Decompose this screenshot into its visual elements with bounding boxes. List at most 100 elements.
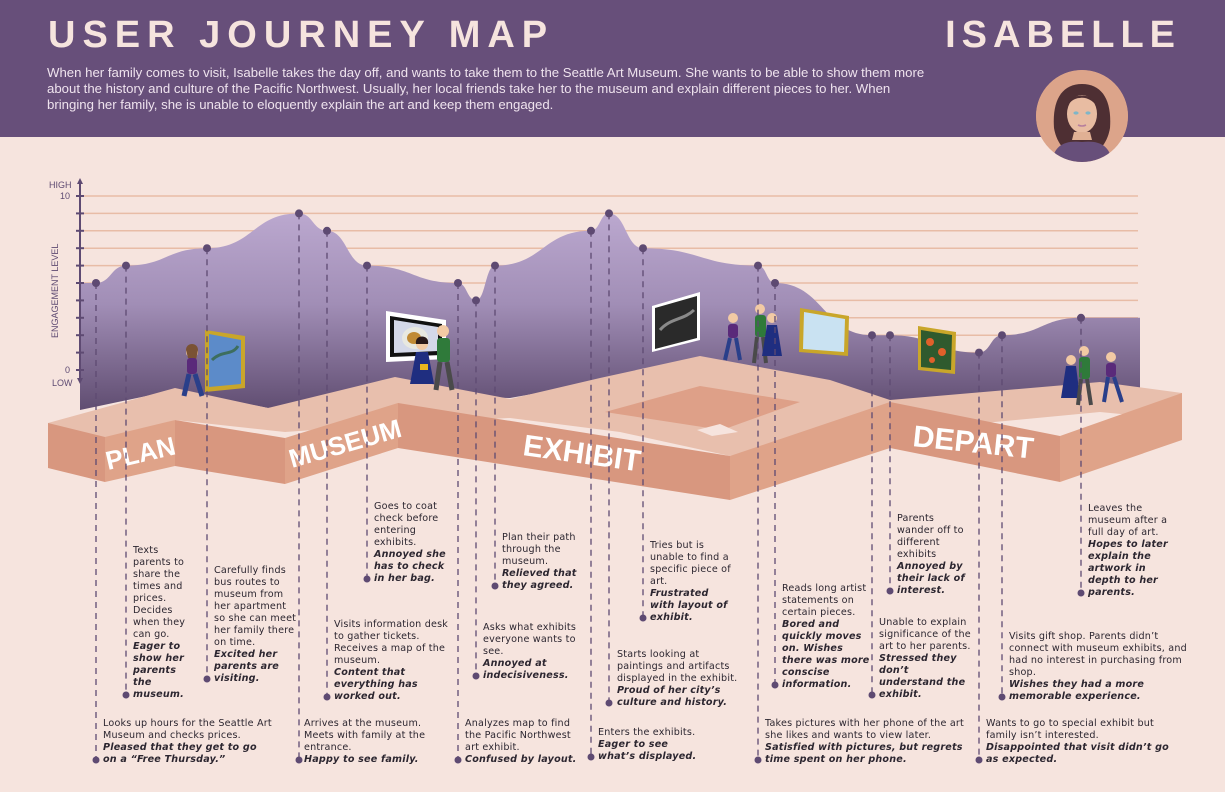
touchpoint-note: Arrives at the museum. Meets with family… xyxy=(304,718,444,766)
touchpoint-note: Analyzes map to find the Pacific Northwe… xyxy=(465,718,585,766)
touchpoint-note: Takes pictures with her phone of the art… xyxy=(765,718,975,766)
engagement-point[interactable] xyxy=(975,348,983,357)
touchpoint-action: Carefully finds bus routes to museum fro… xyxy=(214,565,297,648)
engagement-point[interactable] xyxy=(605,209,613,218)
touchpoint-action: Leaves the museum after a full day of ar… xyxy=(1088,503,1168,538)
touchpoint-note: Parents wander off to different exhibits… xyxy=(897,513,971,597)
touchpoint-note-dot xyxy=(203,675,211,683)
touchpoint-emotion: Stressed they don’t understand the exhib… xyxy=(879,653,966,700)
y-axis-title: ENGAGEMENT LEVEL xyxy=(50,244,60,338)
touchpoint-action: Parents wander off to different exhibits xyxy=(897,513,964,560)
touchpoint-emotion: Pleased that they get to go on a “Free T… xyxy=(103,742,257,765)
engagement-point[interactable] xyxy=(472,296,480,305)
touchpoint-emotion: Eager to see what’s displayed. xyxy=(598,739,697,762)
touchpoint-note: Reads long artist statements on certain … xyxy=(782,583,872,691)
touchpoint-emotion: Satisfied with pictures, but regrets tim… xyxy=(765,742,963,765)
touchpoint-note-dot xyxy=(454,756,462,764)
touchpoint-note: Leaves the museum after a full day of ar… xyxy=(1088,503,1172,599)
touchpoint-note: Asks what exhibits everyone wants to see… xyxy=(483,622,577,682)
touchpoint-note: Tries but is unable to find a specific p… xyxy=(650,540,734,624)
touchpoint-emotion: Wishes they had a more memorable experie… xyxy=(1009,679,1145,702)
touchpoint-action: Asks what exhibits everyone wants to see… xyxy=(483,622,577,657)
touchpoint-note: Starts looking at paintings and artifact… xyxy=(617,649,747,709)
engagement-point[interactable] xyxy=(639,244,647,253)
stage-label-depart: DEPART xyxy=(911,420,1035,465)
touchpoint-note: Plan their path through the museum. Relie… xyxy=(502,532,578,592)
engagement-point[interactable] xyxy=(92,279,100,287)
touchpoint-note: Unable to explain significance of the ar… xyxy=(879,617,975,701)
touchpoint-emotion: Happy to see family. xyxy=(304,754,419,765)
artwork-painting-plan xyxy=(205,330,245,392)
engagement-point[interactable] xyxy=(868,331,876,340)
touchpoint-note-dot xyxy=(363,575,371,583)
touchpoint-action: Visits gift shop. Parents didn’t connect… xyxy=(1009,631,1187,678)
engagement-point[interactable] xyxy=(998,331,1006,340)
touchpoint-note-dot xyxy=(472,672,480,680)
touchpoint-note-dot xyxy=(491,582,499,590)
y-axis-high-label: HIGH xyxy=(49,180,72,190)
touchpoint-action: Starts looking at paintings and artifact… xyxy=(617,649,738,684)
touchpoint-note: Goes to coat check before entering exhib… xyxy=(374,501,446,585)
touchpoint-note: Visits gift shop. Parents didn’t connect… xyxy=(1009,631,1195,703)
touchpoint-emotion: Annoyed she has to check in her bag. xyxy=(374,549,446,584)
touchpoint-note-dot xyxy=(323,693,331,701)
touchpoint-emotion: Annoyed at indecisiveness. xyxy=(483,658,569,681)
touchpoint-emotion: Frustrated with layout of exhibit. xyxy=(650,588,728,623)
engagement-point[interactable] xyxy=(363,261,371,270)
touchpoint-note-dot xyxy=(754,756,762,764)
touchpoint-note: Looks up hours for the Seattle Art Museu… xyxy=(103,718,273,766)
touchpoint-action: Arrives at the museum. Meets with family… xyxy=(304,718,426,753)
touchpoint-note-dot xyxy=(1077,589,1085,597)
touchpoint-note-dot xyxy=(605,699,613,707)
touchpoint-action: Looks up hours for the Seattle Art Museu… xyxy=(103,718,272,741)
touchpoint-emotion: Annoyed by their lack of interest. xyxy=(897,561,965,596)
touchpoint-emotion: Content that everything has worked out. xyxy=(334,667,418,702)
engagement-point[interactable] xyxy=(1077,313,1085,322)
touchpoint-emotion: Disappointed that visit didn’t go as exp… xyxy=(986,742,1169,765)
touchpoint-action: Tries but is unable to find a specific p… xyxy=(650,540,731,587)
touchpoint-action: Plan their path through the museum. xyxy=(502,532,576,567)
touchpoint-action: Enters the exhibits. xyxy=(598,727,696,738)
touchpoint-note-dot xyxy=(587,753,595,761)
touchpoint-emotion: Hopes to later explain the artwork in de… xyxy=(1088,539,1168,598)
engagement-point[interactable] xyxy=(587,226,595,235)
touchpoint-note-dot xyxy=(295,756,303,764)
touchpoint-note-dot xyxy=(92,756,100,764)
touchpoint-action: Unable to explain significance of the ar… xyxy=(879,617,971,652)
touchpoint-emotion: Relieved that they agreed. xyxy=(502,568,577,591)
y-axis-low-label: LOW xyxy=(52,378,73,388)
engagement-point[interactable] xyxy=(323,226,331,235)
touchpoint-note-dot xyxy=(771,681,779,689)
touchpoint-action: Reads long artist statements on certain … xyxy=(782,583,867,618)
artwork-painting-flowers xyxy=(918,326,956,374)
touchpoint-note: Wants to go to special exhibit but famil… xyxy=(986,718,1172,766)
y-tick-label-0: 0 xyxy=(65,365,70,375)
touchpoint-note: Carefully finds bus routes to museum fro… xyxy=(214,565,298,685)
engagement-point[interactable] xyxy=(886,331,894,340)
touchpoint-emotion: Confused by layout. xyxy=(465,754,577,765)
touchpoint-emotion: Bored and quickly moves on. Wishes there… xyxy=(782,619,870,690)
touchpoint-emotion: Eager to show her parents the museum. xyxy=(133,641,185,700)
engagement-point[interactable] xyxy=(454,279,462,287)
touchpoint-note: Enters the exhibits. Eager to see what’s … xyxy=(598,727,708,763)
engagement-point[interactable] xyxy=(122,261,130,270)
touchpoint-note-dot xyxy=(886,587,894,595)
touchpoint-note: Visits information desk to gather ticket… xyxy=(334,619,454,703)
touchpoint-note-dot xyxy=(998,693,1006,701)
touchpoint-action: Analyzes map to find the Pacific Northwe… xyxy=(465,718,571,753)
touchpoint-note-dot xyxy=(868,691,876,699)
touchpoint-emotion: Excited her parents are visiting. xyxy=(214,649,279,684)
engagement-point[interactable] xyxy=(491,261,499,270)
touchpoint-note-dot xyxy=(639,614,647,622)
y-axis xyxy=(76,178,84,384)
artwork-painting-sky xyxy=(799,308,849,356)
touchpoint-note-dot xyxy=(122,691,130,699)
engagement-point[interactable] xyxy=(295,209,303,218)
touchpoint-action: Goes to coat check before entering exhib… xyxy=(374,501,439,548)
engagement-point[interactable] xyxy=(754,261,762,270)
touchpoint-action: Takes pictures with her phone of the art… xyxy=(765,718,964,741)
touchpoint-action: Visits information desk to gather ticket… xyxy=(334,619,449,666)
engagement-point[interactable] xyxy=(771,279,779,287)
y-tick-label-10: 10 xyxy=(60,191,70,201)
engagement-point[interactable] xyxy=(203,244,211,253)
